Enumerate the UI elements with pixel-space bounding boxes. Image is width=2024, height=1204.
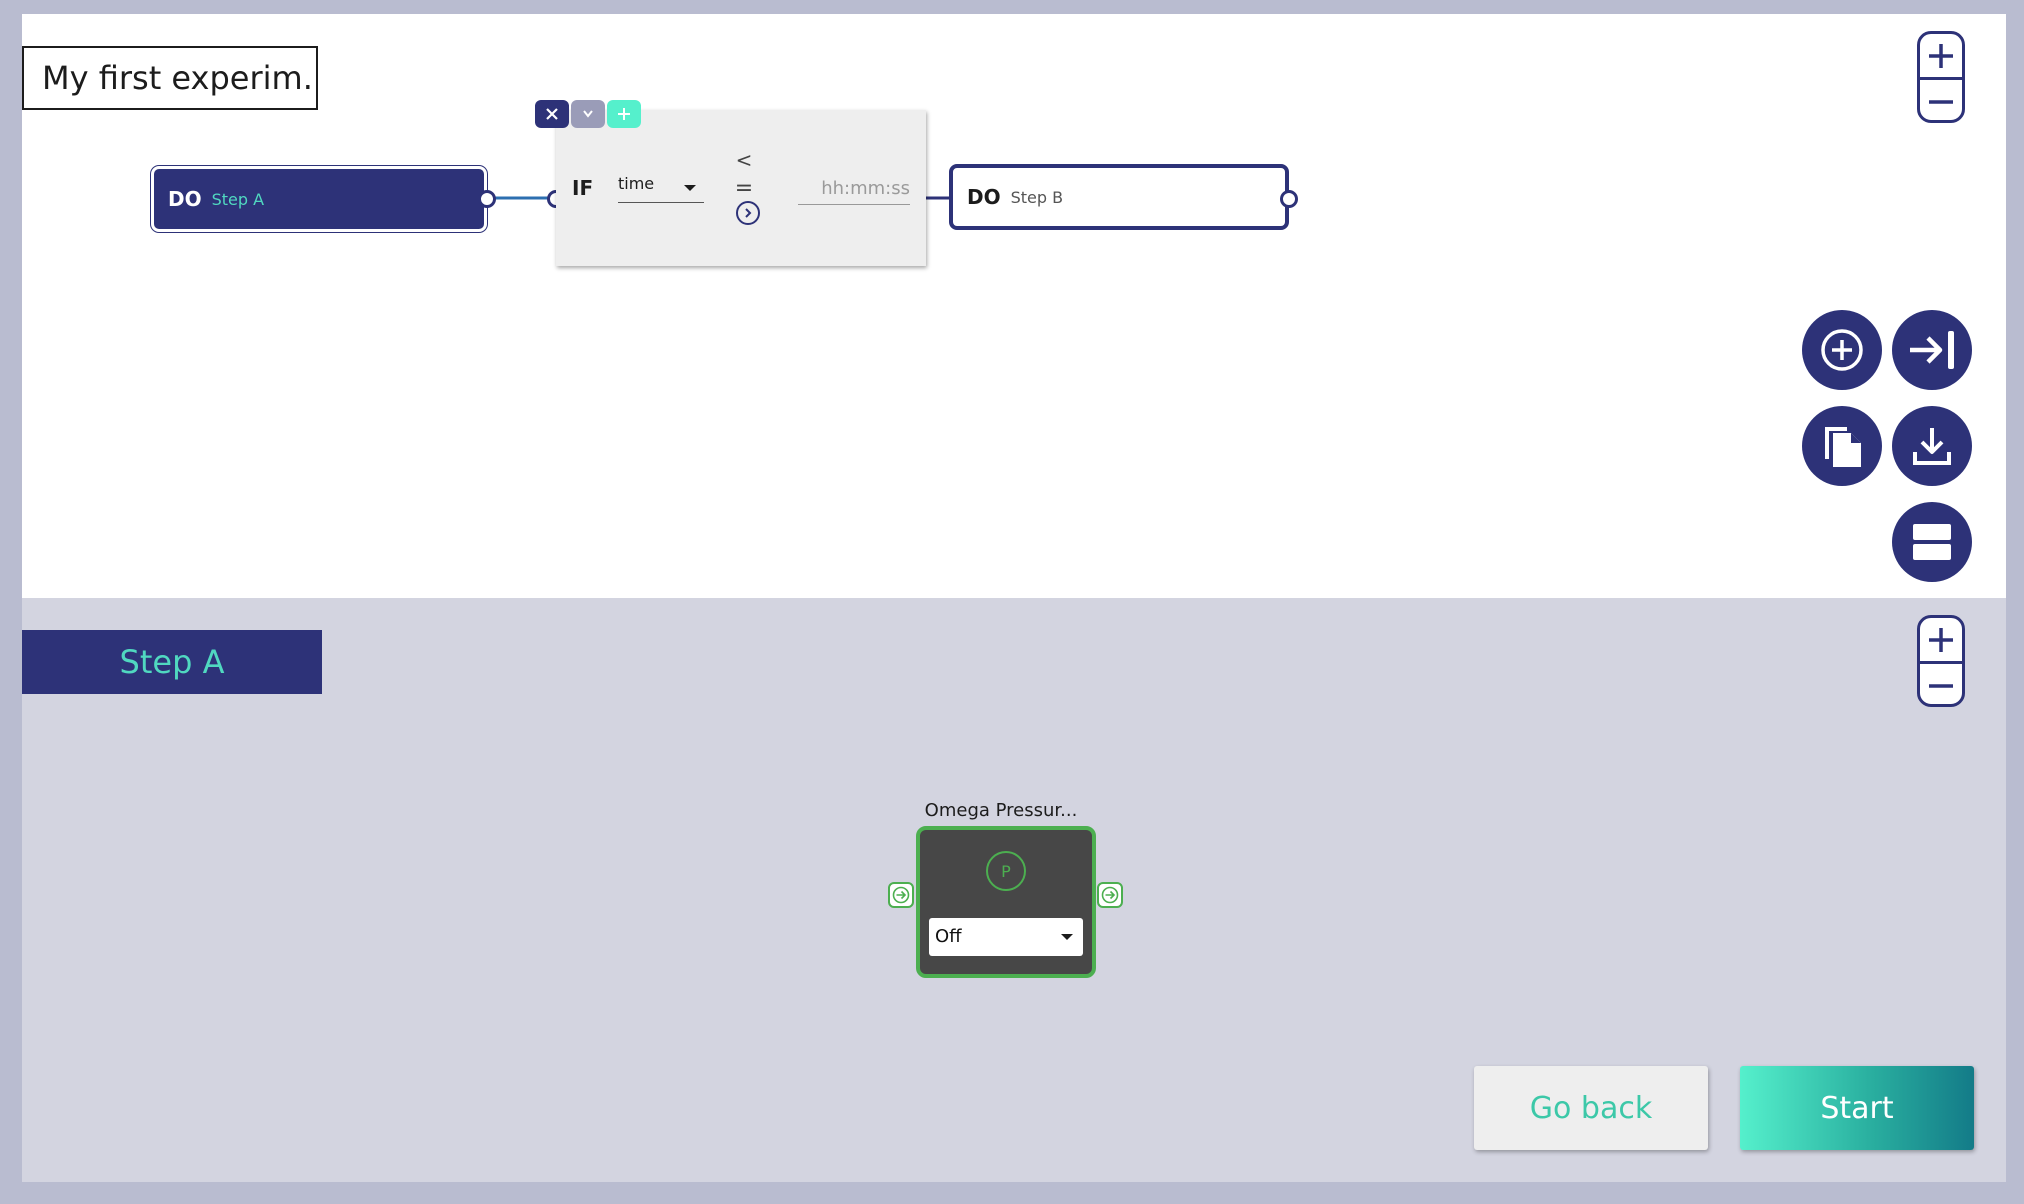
variable-select[interactable]: time [618,174,704,203]
device-input-port[interactable] [888,882,914,908]
go-back-button[interactable]: Go back [1474,1066,1708,1150]
chevron-down-icon [1061,934,1073,940]
start-button[interactable]: Start [1740,1066,1974,1150]
step-b-output-port[interactable] [1280,190,1298,208]
chevron-down-icon [684,185,696,191]
collapse-condition-button[interactable] [571,100,605,128]
zoom-in-icon[interactable] [1920,618,1962,661]
condition-node: IF time < = hh:mm:ss [556,110,926,266]
flow-zoom-control [1917,31,1965,123]
device-output-port[interactable] [1097,882,1123,908]
less-than-option[interactable]: < [734,150,754,170]
pressure-sensor-icon: P [986,851,1026,891]
device-state-value: Off [935,926,962,947]
copy-button[interactable] [1802,406,1882,486]
jump-to-end-button[interactable] [1892,310,1972,390]
close-icon [546,108,558,120]
flow-canvas[interactable] [22,14,2006,598]
add-condition-button[interactable] [607,100,641,128]
flow-node-step-b[interactable]: DO Step B [949,164,1289,230]
zoom-out-icon[interactable] [1920,80,1962,123]
device-label: Omega Pressur... [924,800,1078,821]
step-zoom-control [1917,615,1965,707]
node-step-name: Step B [1010,187,1064,207]
add-circle-icon [1821,329,1863,371]
device-state-select[interactable]: Off [929,918,1083,956]
split-view-icon [1913,524,1951,560]
download-button[interactable] [1892,406,1972,486]
zoom-out-icon[interactable] [1920,664,1962,707]
step-a-output-port[interactable] [478,190,496,208]
copy-icon [1825,427,1861,467]
equals-option[interactable]: = [734,178,754,200]
selected-step-tab[interactable]: Step A [22,630,322,694]
add-step-button[interactable] [1802,310,1882,390]
arrow-right-circle-icon [1101,886,1119,904]
time-value-placeholder: hh:mm:ss [821,178,910,199]
experiment-title[interactable]: My first experim... [22,46,318,110]
node-keyword: DO [967,185,1001,209]
arrow-to-end-icon [1910,331,1954,369]
time-value-input[interactable]: hh:mm:ss [798,174,910,205]
condition-keyword: IF [572,176,594,200]
delete-condition-button[interactable] [535,100,569,128]
plus-icon [618,108,630,120]
chevron-down-icon [583,110,593,118]
download-icon [1913,428,1951,465]
device-icon-letter: P [1001,861,1011,881]
node-keyword: DO [168,187,202,211]
flow-node-step-a[interactable]: DO Step A [151,166,487,232]
zoom-in-icon[interactable] [1920,34,1962,77]
split-view-button[interactable] [1892,502,1972,582]
variable-select-value: time [618,174,655,193]
arrow-right-circle-icon [892,886,910,904]
node-step-name: Step A [211,189,265,209]
chevron-right-icon [745,208,752,218]
greater-than-option[interactable] [736,201,760,225]
